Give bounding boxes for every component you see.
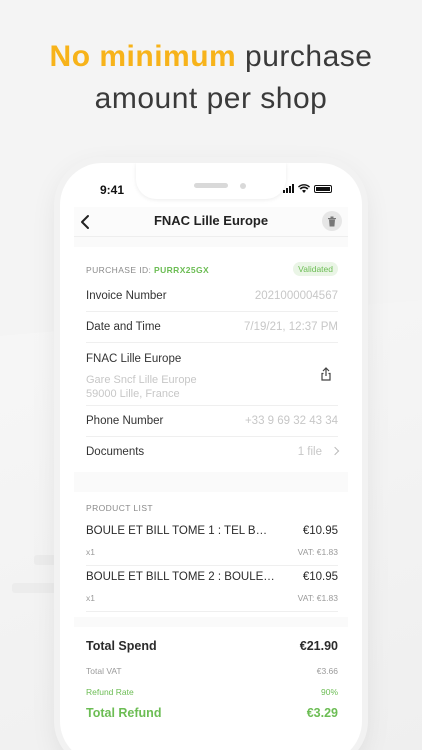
product-name: BOULE ET BILL TOME 2 : BOULE ET BILL [86, 571, 276, 583]
product-item[interactable]: BOULE ET BILL TOME 2 : BOULE ET BILL €10… [86, 566, 338, 612]
product-list-card: PRODUCT LIST BOULE ET BILL TOME 1 : TEL … [74, 492, 348, 617]
invoice-row: Invoice Number 2021000004567 [86, 281, 338, 312]
headline-line2: amount per shop [94, 82, 328, 115]
total-refund-value: €3.29 [306, 706, 338, 720]
wifi-icon [298, 184, 310, 193]
purchase-card: PURCHASE ID: PURRX25GX Validated Invoice… [74, 247, 348, 472]
headline: No minimum purchase amount per shop [0, 36, 422, 120]
documents-row[interactable]: Documents 1 file [86, 437, 340, 468]
camera-icon [240, 183, 246, 189]
signal-icon [283, 184, 294, 193]
documents-label: Documents [86, 446, 145, 458]
nav-title: FNAC Lille Europe [153, 213, 269, 228]
date-row: Date and Time 7/19/21, 12:37 PM [86, 312, 338, 343]
decor-bar [34, 555, 60, 565]
product-vat: VAT: €1.83 [297, 593, 338, 603]
documents-value: 1 file [298, 446, 340, 458]
chevron-right-icon [330, 446, 340, 456]
phone-value: +33 9 69 32 43 34 [244, 415, 338, 427]
status-badge: Validated [293, 262, 338, 276]
product-price: €10.95 [302, 525, 338, 537]
total-vat-label: Total VAT [86, 666, 122, 676]
delete-button[interactable] [322, 211, 342, 231]
total-refund-label: Total Refund [86, 706, 162, 720]
product-list-label: PRODUCT LIST [86, 503, 153, 513]
shop-address-line2: 59000 Lille, France [86, 388, 180, 400]
product-item[interactable]: BOULE ET BILL TOME 1 : TEL BOULE TEL BIL… [86, 520, 338, 566]
speaker-icon [194, 183, 228, 188]
invoice-value: 2021000004567 [254, 290, 338, 302]
date-label: Date and Time [86, 321, 161, 333]
phone-label: Phone Number [86, 415, 164, 427]
product-vat: VAT: €1.83 [297, 547, 338, 557]
status-icons [283, 184, 332, 193]
purchase-id: PURRX25GX [154, 265, 210, 275]
totals-card: Total Spend €21.90 Total VAT €3.66 Refun… [74, 627, 348, 750]
phone-notch [136, 163, 286, 199]
nav-bar: FNAC Lille Europe [74, 207, 348, 237]
trash-icon [328, 216, 336, 226]
product-qty: x1 [86, 593, 95, 603]
date-value: 7/19/21, 12:37 PM [244, 321, 338, 333]
headline-rest: purchase [236, 40, 373, 73]
product-qty: x1 [86, 547, 95, 557]
receipt-content: PURCHASE ID: PURRX25GX Validated Invoice… [74, 237, 348, 750]
battery-icon [314, 185, 332, 193]
refund-rate-value: 90% [320, 687, 338, 697]
total-vat-value: €3.66 [316, 666, 338, 676]
invoice-label: Invoice Number [86, 290, 167, 302]
shop-row: FNAC Lille Europe Gare Sncf Lille Europe… [86, 343, 338, 406]
share-icon[interactable] [320, 367, 332, 381]
status-time: 9:41 [100, 183, 125, 197]
product-name: BOULE ET BILL TOME 1 : TEL BOULE TEL BIL… [86, 525, 276, 537]
phone-frame: 9:41 FNAC Lille Europe PURCHASE ID: PURR… [60, 163, 362, 750]
refund-rate-label: Refund Rate [86, 687, 134, 697]
shop-address-line1: Gare Sncf Lille Europe [86, 374, 197, 386]
shop-name: FNAC Lille Europe [86, 353, 182, 365]
purchase-id-label: PURCHASE ID: PURRX25GX [86, 265, 210, 275]
total-spend-label: Total Spend [86, 639, 157, 653]
product-price: €10.95 [302, 571, 338, 583]
decor-bar [12, 583, 60, 593]
phone-row[interactable]: Phone Number +33 9 69 32 43 34 [86, 406, 338, 437]
headline-accent: No minimum [49, 40, 237, 73]
total-spend-value: €21.90 [299, 639, 338, 653]
